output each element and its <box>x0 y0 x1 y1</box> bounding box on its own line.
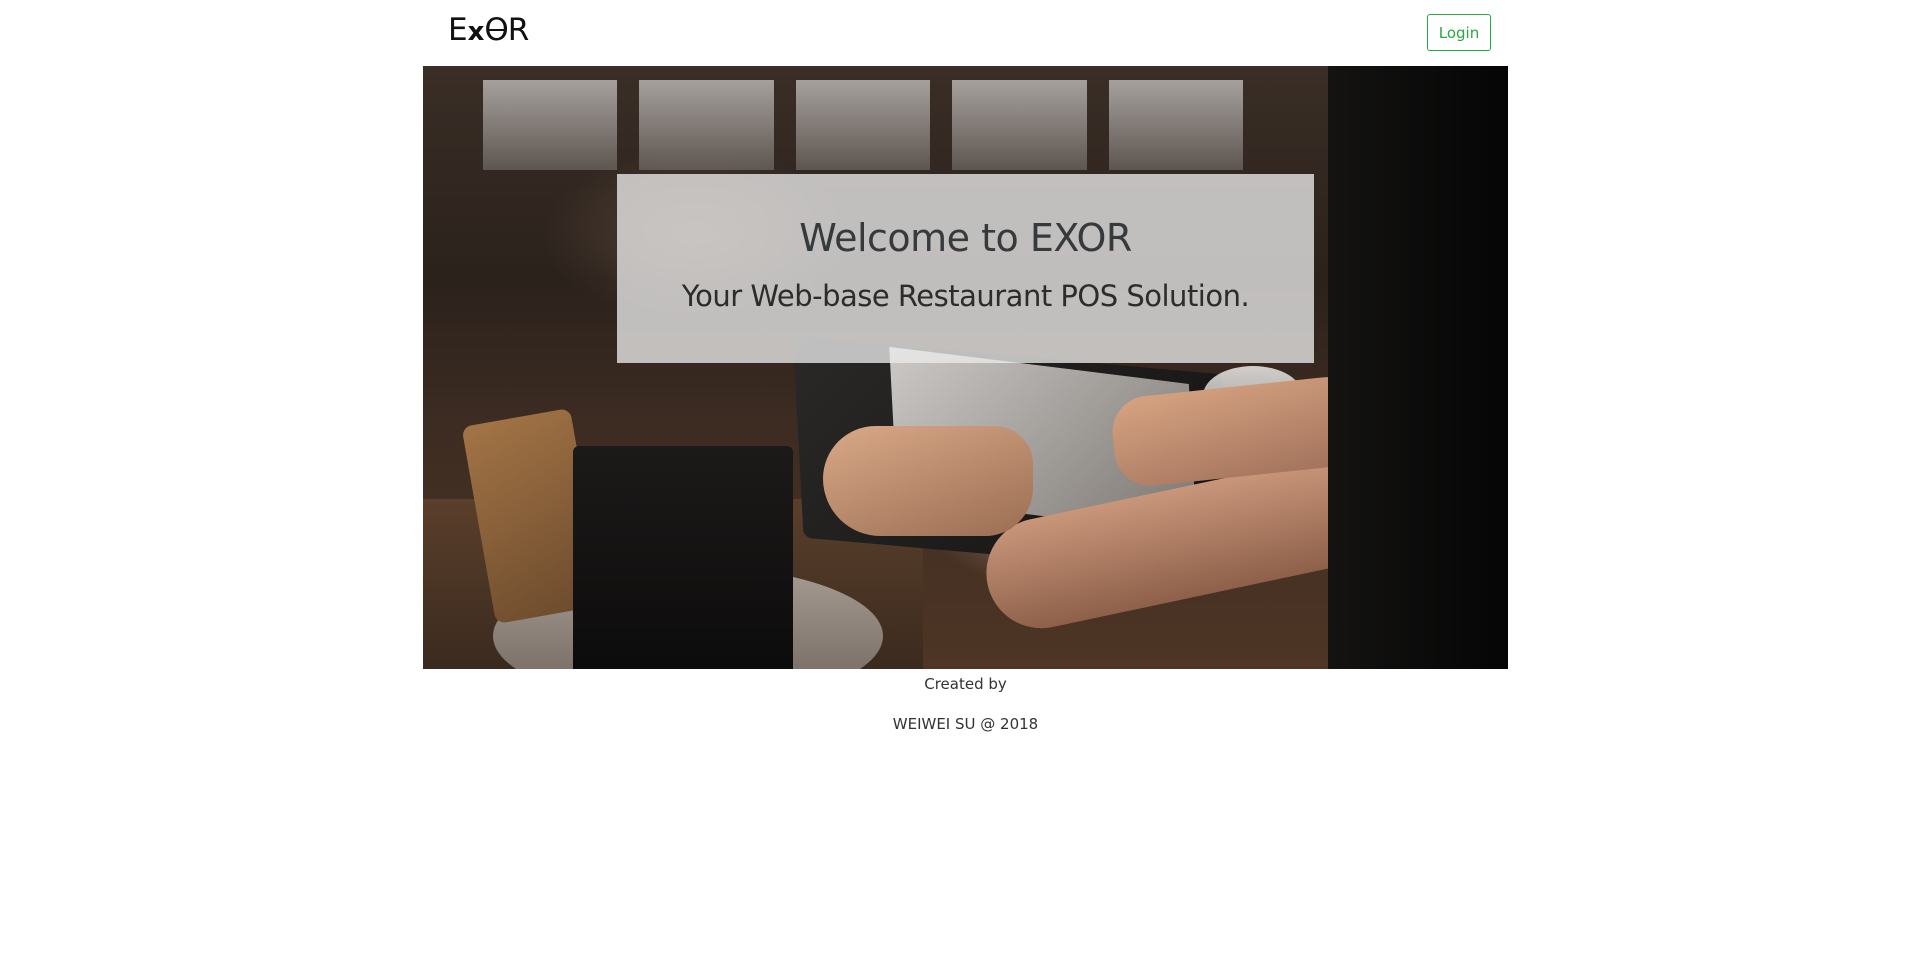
hero-bg-hand-left <box>823 426 1033 536</box>
footer: Created by WEIWEI SU @ 2018 <box>423 672 1508 736</box>
brand-letter-r: R <box>507 12 530 48</box>
welcome-title: Welcome to EXOR <box>799 216 1132 260</box>
brand-letter-o: O <box>484 12 508 48</box>
footer-author: WEIWEI SU @ 2018 <box>892 715 1039 733</box>
footer-created-by: Created by <box>924 675 1007 693</box>
brand-letter-e: E <box>448 12 468 48</box>
page-container: ExOR Login Welcome to EXOR Your Web-base… <box>423 0 1508 736</box>
brand-logo[interactable]: ExOR <box>448 10 530 50</box>
navbar: ExOR Login <box>423 0 1508 66</box>
hero-bg-folders <box>573 446 793 669</box>
welcome-card: Welcome to EXOR Your Web-base Restaurant… <box>617 174 1314 363</box>
login-button[interactable]: Login <box>1427 14 1491 51</box>
brand-letter-x: x <box>467 17 485 47</box>
hero-banner: Welcome to EXOR Your Web-base Restaurant… <box>423 66 1508 669</box>
welcome-subtitle: Your Web-base Restaurant POS Solution. <box>681 279 1250 313</box>
hero-bg-shirt <box>1328 66 1508 669</box>
